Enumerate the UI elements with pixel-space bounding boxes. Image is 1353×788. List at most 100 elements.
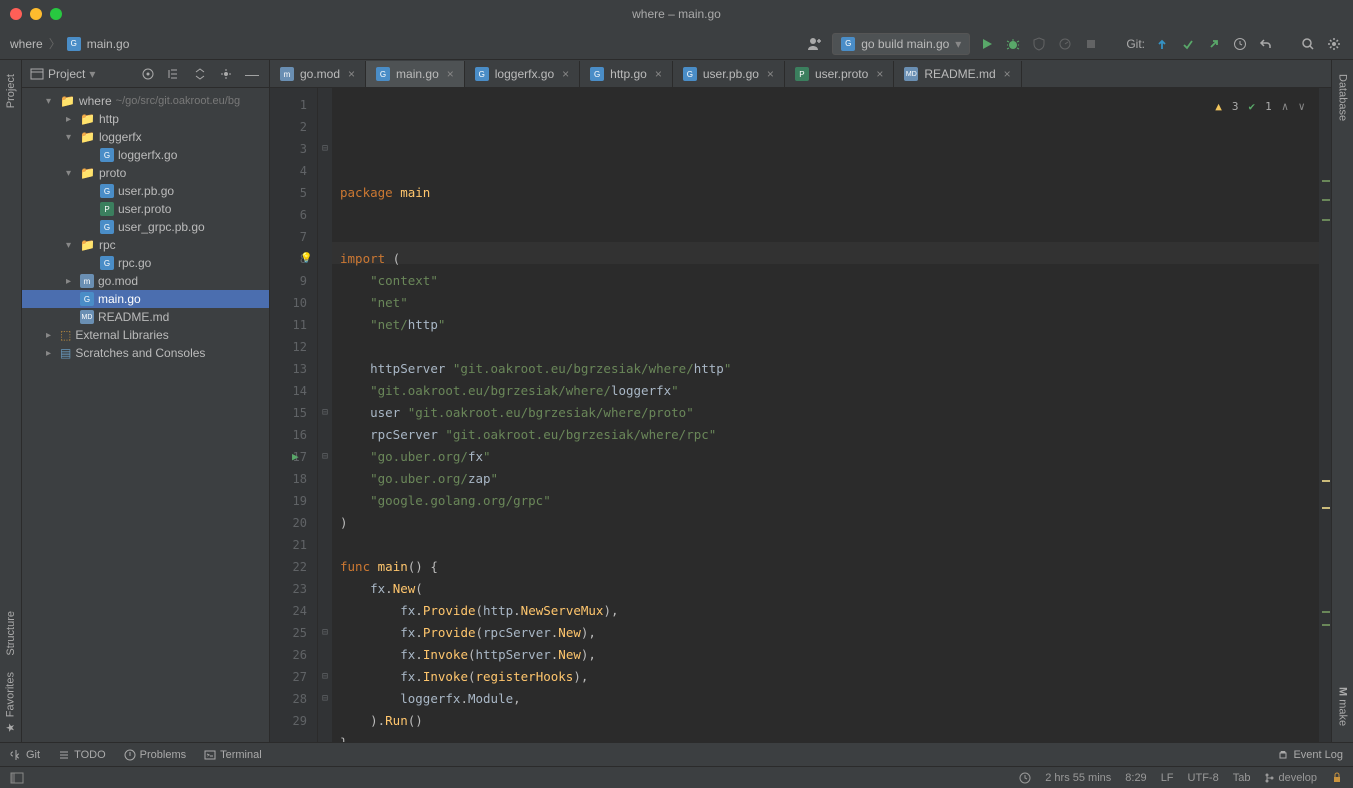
editor-tab[interactable]: mgo.mod× [270, 61, 366, 87]
code-line[interactable] [340, 204, 1319, 226]
code-line[interactable]: httpServer "git.oakroot.eu/bgrzesiak/whe… [340, 358, 1319, 380]
tree-node[interactable]: Gmain.go [22, 290, 269, 308]
project-tree[interactable]: ▾📁where ~/go/src/git.oakroot.eu/bg▸📁http… [22, 88, 269, 742]
close-tab-icon[interactable]: × [876, 67, 883, 81]
problems-tool-button[interactable]: Problems [124, 749, 186, 761]
breadcrumb[interactable]: where 〉 G main.go [10, 35, 129, 52]
tree-chevron-icon[interactable]: ▾ [66, 132, 76, 143]
fold-toggle[interactable] [318, 336, 332, 358]
fold-toggle[interactable] [318, 556, 332, 578]
line-number[interactable]: 1 [274, 94, 307, 116]
line-number[interactable]: 10 [274, 292, 307, 314]
code-line[interactable]: func main() { [340, 556, 1319, 578]
vcs-push-icon[interactable] [1205, 35, 1223, 53]
fold-toggle[interactable] [318, 314, 332, 336]
database-tool-tab[interactable]: Database [1335, 66, 1351, 129]
close-window-button[interactable] [10, 8, 22, 20]
run-configuration-selector[interactable]: G go build main.go ▾ [832, 33, 970, 55]
add-user-icon[interactable] [806, 35, 824, 53]
coverage-button[interactable] [1030, 35, 1048, 53]
stripe-marker[interactable] [1322, 199, 1330, 201]
line-number[interactable]: 19 [274, 490, 307, 512]
code-line[interactable]: package main [340, 182, 1319, 204]
terminal-tool-button[interactable]: Terminal [204, 749, 262, 761]
line-number[interactable]: 20 [274, 512, 307, 534]
tree-node[interactable]: ▾📁rpc [22, 236, 269, 254]
prev-highlight-icon[interactable]: ∧ [1282, 96, 1289, 118]
expand-all-icon[interactable] [165, 65, 183, 83]
fold-toggle[interactable]: ⊟ [318, 688, 332, 710]
fold-toggle[interactable]: ⊟ [318, 622, 332, 644]
vcs-commit-icon[interactable] [1179, 35, 1197, 53]
settings-icon[interactable] [1325, 35, 1343, 53]
minimize-window-button[interactable] [30, 8, 42, 20]
maximize-window-button[interactable] [50, 8, 62, 20]
code-line[interactable]: fx.Provide(rpcServer.New), [340, 622, 1319, 644]
tree-node[interactable]: Gloggerfx.go [22, 146, 269, 164]
vcs-update-icon[interactable] [1153, 35, 1171, 53]
line-number[interactable]: 22 [274, 556, 307, 578]
editor-tab[interactable]: Gloggerfx.go× [465, 61, 580, 87]
code-line[interactable]: rpcServer "git.oakroot.eu/bgrzesiak/wher… [340, 424, 1319, 446]
stripe-marker[interactable] [1322, 219, 1330, 221]
vcs-rollback-icon[interactable] [1257, 35, 1275, 53]
select-opened-file-icon[interactable] [139, 65, 157, 83]
tree-node[interactable]: ▾📁proto [22, 164, 269, 182]
status-indent[interactable]: Tab [1233, 772, 1251, 784]
line-number[interactable]: 2 [274, 116, 307, 138]
close-tab-icon[interactable]: × [348, 67, 355, 81]
tree-chevron-icon[interactable]: ▸ [66, 276, 76, 287]
stripe-marker[interactable] [1322, 507, 1330, 509]
fold-toggle[interactable] [318, 94, 332, 116]
line-number[interactable]: 18 [274, 468, 307, 490]
editor-tab[interactable]: Puser.proto× [785, 61, 894, 87]
line-number[interactable]: 27 [274, 666, 307, 688]
line-number[interactable]: 15 [274, 402, 307, 424]
line-number[interactable]: 4 [274, 160, 307, 182]
fold-toggle[interactable] [318, 490, 332, 512]
line-number[interactable]: 16 [274, 424, 307, 446]
fold-toggle[interactable]: ▶⊟ [318, 446, 332, 468]
code-line[interactable]: "go.uber.org/zap" [340, 468, 1319, 490]
next-highlight-icon[interactable]: ∨ [1298, 96, 1305, 118]
code-line[interactable] [340, 336, 1319, 358]
code-line[interactable]: "git.oakroot.eu/bgrzesiak/where/loggerfx… [340, 380, 1319, 402]
fold-toggle[interactable] [318, 424, 332, 446]
editor-tab[interactable]: Ghttp.go× [580, 61, 673, 87]
collapse-all-icon[interactable] [191, 65, 209, 83]
fold-toggle[interactable] [318, 226, 332, 248]
fold-toggle[interactable] [318, 116, 332, 138]
editor-tab[interactable]: MDREADME.md× [894, 61, 1021, 87]
tree-node[interactable]: MDREADME.md [22, 308, 269, 326]
status-position[interactable]: 8:29 [1125, 772, 1146, 784]
fold-toggle[interactable] [318, 380, 332, 402]
status-encoding[interactable]: UTF-8 [1188, 772, 1219, 784]
fold-toggle[interactable] [318, 160, 332, 182]
line-number[interactable]: 6 [274, 204, 307, 226]
breadcrumb-project[interactable]: where [10, 37, 43, 51]
code-line[interactable]: "go.uber.org/fx" [340, 446, 1319, 468]
close-tab-icon[interactable]: × [447, 67, 454, 81]
stripe-marker[interactable] [1322, 180, 1330, 182]
code-line[interactable]: ) [340, 512, 1319, 534]
close-tab-icon[interactable]: × [1004, 67, 1011, 81]
code-line[interactable]: "context" [340, 270, 1319, 292]
hide-sidebar-icon[interactable]: — [243, 65, 261, 83]
fold-toggle[interactable] [318, 270, 332, 292]
line-number[interactable]: 7 [274, 226, 307, 248]
toolwindows-button[interactable] [10, 771, 24, 785]
tree-chevron-icon[interactable]: ▸ [46, 348, 56, 359]
event-log-button[interactable]: Event Log [1277, 749, 1343, 761]
tree-node[interactable]: Guser.pb.go [22, 182, 269, 200]
run-gutter-icon[interactable]: ▶ [292, 446, 299, 468]
fold-toggle[interactable]: ⊟ [318, 138, 332, 160]
git-tool-button[interactable]: Git [10, 749, 40, 761]
vcs-history-icon[interactable] [1231, 35, 1249, 53]
line-number[interactable]: 24 [274, 600, 307, 622]
code-line[interactable]: "net/http" [340, 314, 1319, 336]
status-branch[interactable]: develop [1264, 772, 1317, 784]
line-number[interactable]: 3 [274, 138, 307, 160]
code-line[interactable]: } [340, 732, 1319, 742]
line-number[interactable]: 28 [274, 688, 307, 710]
line-number[interactable]: 14 [274, 380, 307, 402]
